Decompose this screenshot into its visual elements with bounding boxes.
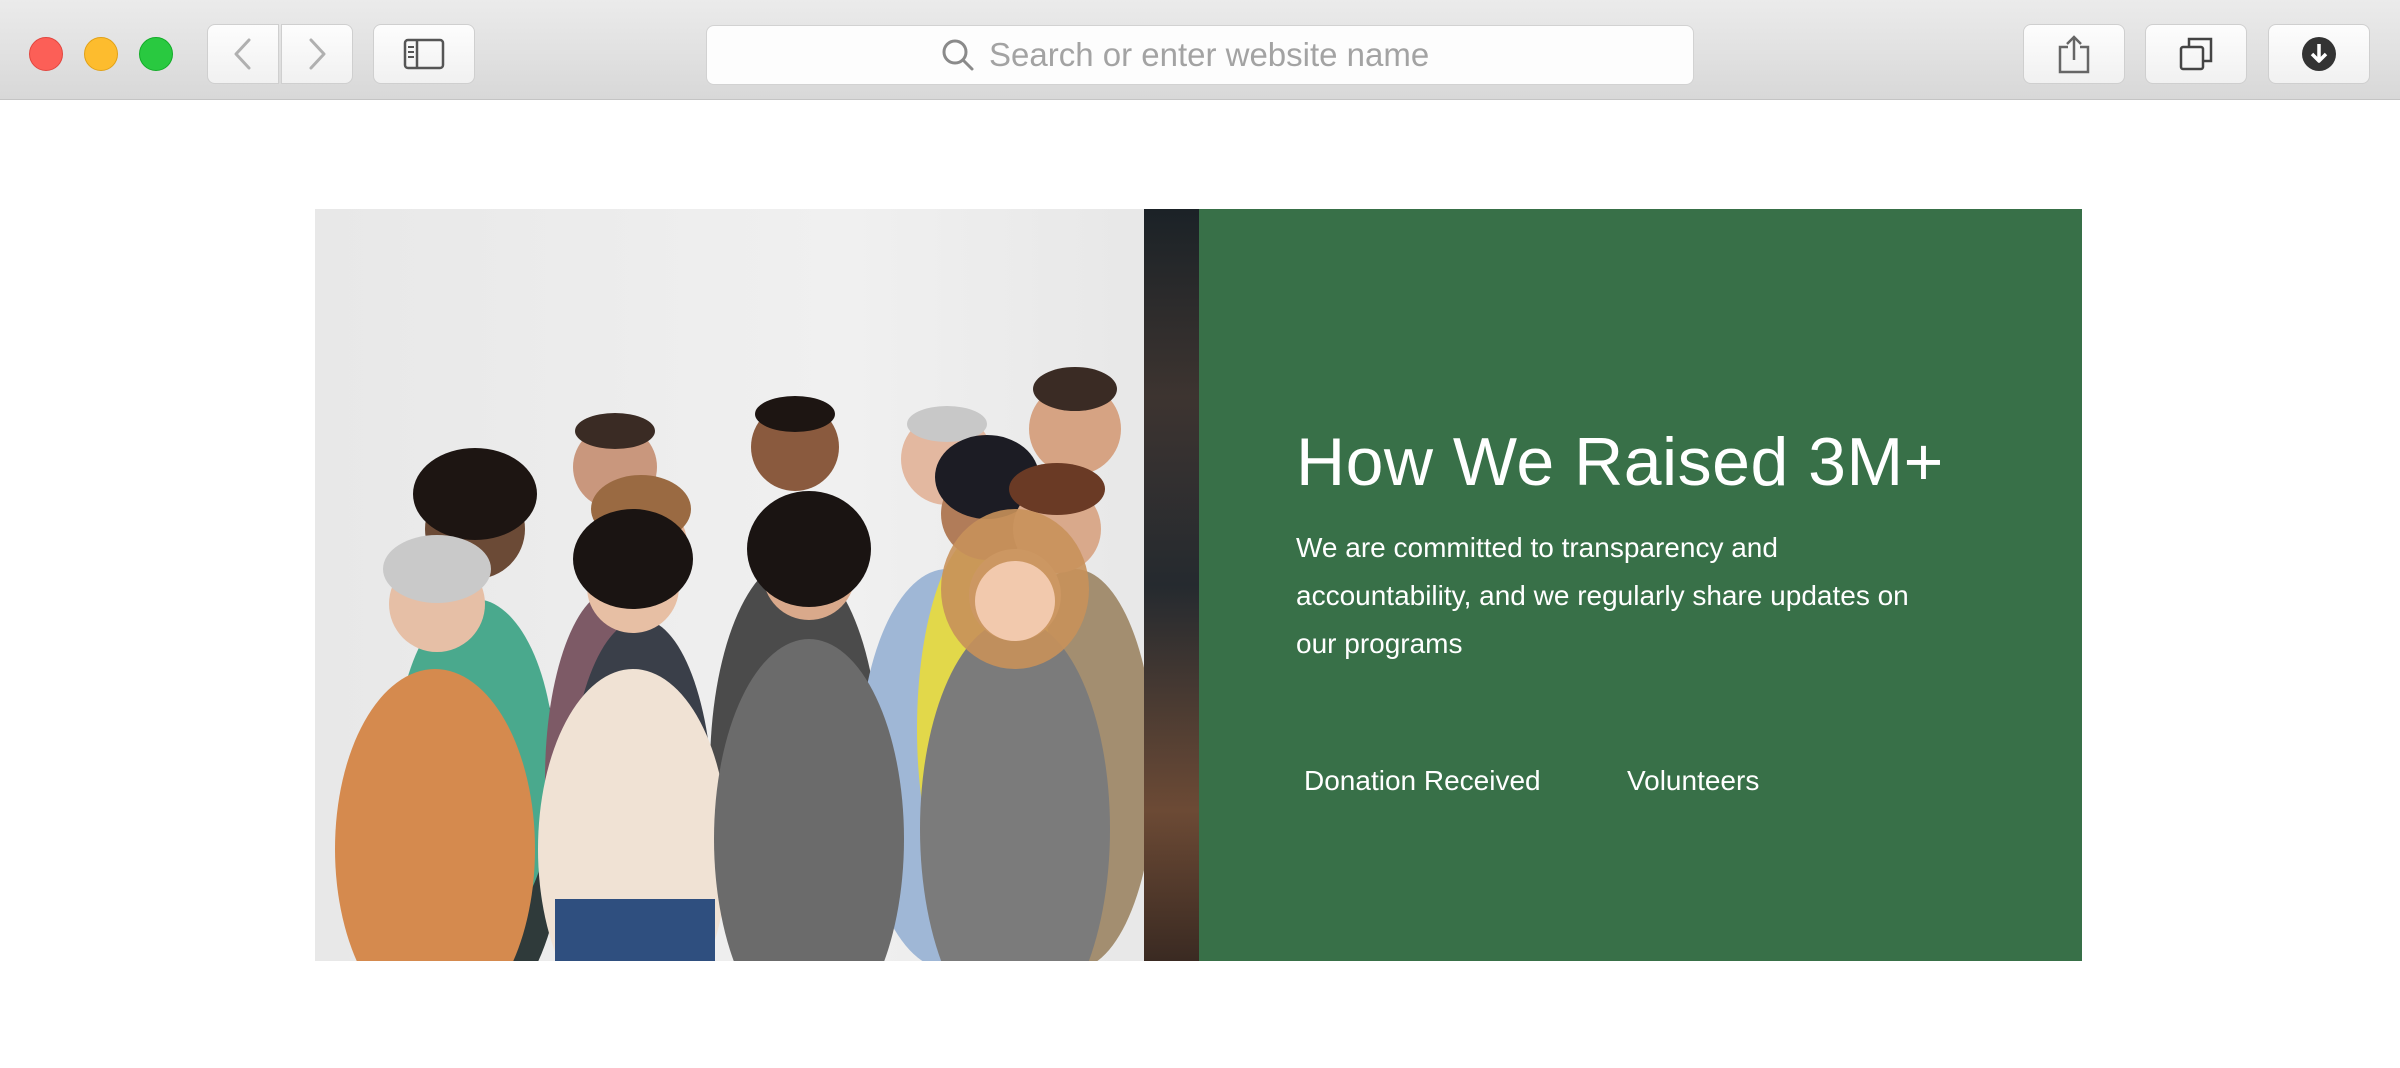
download-icon — [2302, 37, 2336, 71]
share-button[interactable] — [2023, 24, 2125, 84]
search-icon — [942, 39, 974, 71]
share-icon — [2058, 35, 2090, 74]
impact-description: We are committed to transparency and acc… — [1296, 532, 1909, 659]
stat-donations-label: Donation Received — [1304, 765, 1541, 796]
city-photo-strip — [1144, 209, 1199, 961]
address-bar[interactable] — [706, 25, 1694, 85]
sidebar-icon — [403, 38, 445, 70]
close-window-button[interactable] — [29, 37, 63, 71]
impact-title: How We Raised 3M+ — [1296, 424, 1944, 500]
browser-toolbar — [0, 0, 2400, 100]
address-input[interactable] — [989, 36, 1459, 74]
back-button[interactable] — [207, 24, 279, 84]
tabs-icon — [2179, 37, 2213, 71]
stat-volunteers-label: Volunteers — [1627, 765, 1760, 796]
downloads-button[interactable] — [2268, 24, 2370, 84]
sidebar-toggle-button[interactable] — [373, 24, 475, 84]
chevron-right-icon — [309, 38, 326, 70]
chevron-left-icon — [234, 38, 251, 70]
team-photo — [315, 209, 1199, 961]
forward-button[interactable] — [281, 24, 353, 84]
group-of-people-illustration — [335, 367, 1144, 961]
impact-section: How We Raised 3M+ We are committed to tr… — [315, 209, 2082, 961]
impact-panel: How We Raised 3M+ We are committed to tr… — [1199, 209, 2082, 961]
show-tabs-button[interactable] — [2145, 24, 2247, 84]
maximize-window-button[interactable] — [139, 37, 173, 71]
minimize-window-button[interactable] — [84, 37, 118, 71]
